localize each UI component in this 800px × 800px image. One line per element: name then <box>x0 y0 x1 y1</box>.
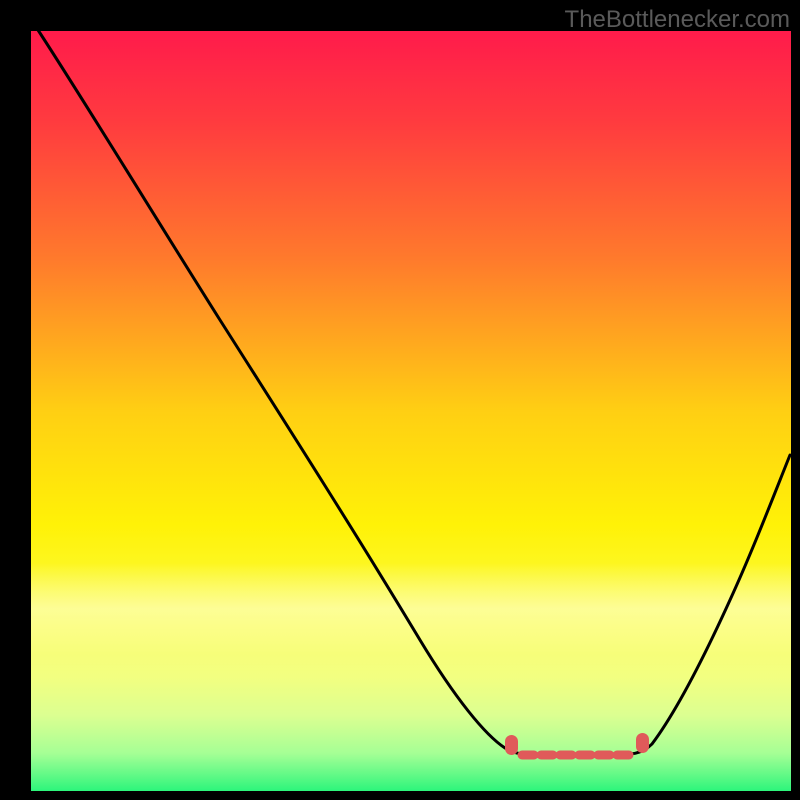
watermark-text: TheBottlenecker.com <box>565 6 790 34</box>
marker-dot-left <box>505 735 518 755</box>
plot-band-overlay <box>31 31 791 791</box>
bottleneck-chart <box>0 0 800 800</box>
marker-dot-right <box>636 733 649 753</box>
chart-container: TheBottlenecker.com <box>0 0 800 800</box>
